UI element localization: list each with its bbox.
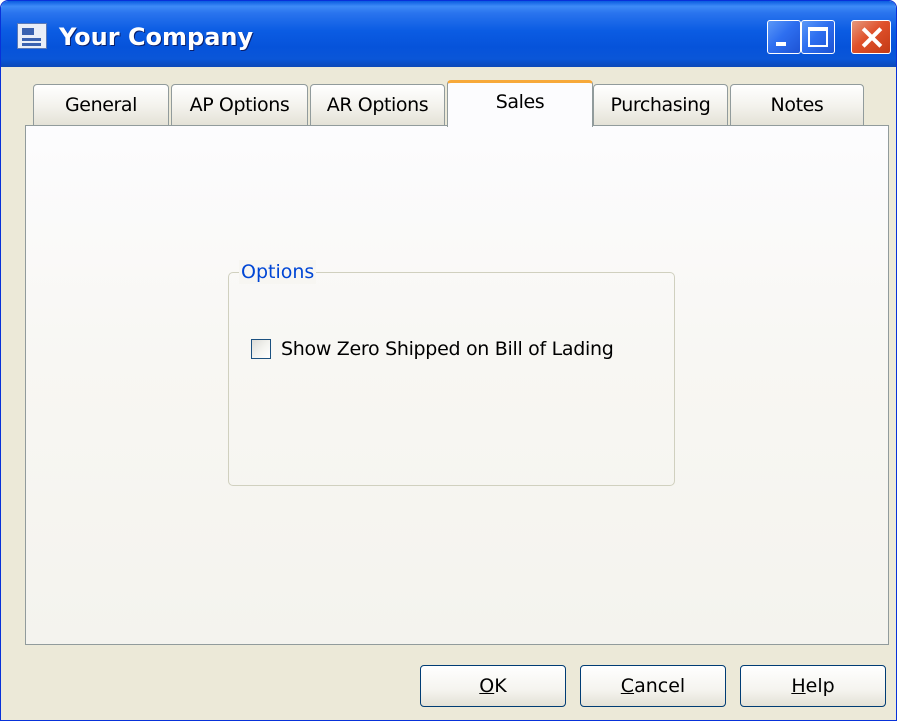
window-title: Your Company xyxy=(59,23,254,51)
ok-button[interactable]: OK xyxy=(420,665,566,707)
title-bar[interactable]: Your Company xyxy=(1,1,896,67)
help-button[interactable]: Help xyxy=(740,665,886,707)
sales-tab-panel: Options Show Zero Shipped on Bill of Lad… xyxy=(25,125,889,645)
options-groupbox: Options Show Zero Shipped on Bill of Lad… xyxy=(228,260,675,486)
company-window-icon[interactable] xyxy=(17,23,47,49)
ok-accelerator: O xyxy=(479,675,495,697)
tab-sales[interactable]: Sales xyxy=(447,80,593,127)
cancel-label-rest: ancel xyxy=(634,675,686,697)
minimize-icon[interactable] xyxy=(767,20,801,54)
help-label-rest: elp xyxy=(805,675,835,697)
help-accelerator: H xyxy=(791,675,806,697)
cancel-accelerator: C xyxy=(620,675,635,697)
tab-purchasing[interactable]: Purchasing xyxy=(593,84,728,125)
maximize-icon[interactable] xyxy=(801,20,835,54)
tab-ap-options[interactable]: AP Options xyxy=(171,84,308,125)
show-zero-shipped-checkbox[interactable] xyxy=(251,339,271,359)
tab-ar-options[interactable]: AR Options xyxy=(310,84,445,125)
dialog-window: Your Company General AP Options AR Optio… xyxy=(0,0,897,721)
show-zero-shipped-label[interactable]: Show Zero Shipped on Bill of Lading xyxy=(281,336,614,362)
ok-label-rest: K xyxy=(494,675,507,697)
cancel-button[interactable]: Cancel xyxy=(580,665,726,707)
tab-notes[interactable]: Notes xyxy=(730,84,864,125)
close-icon[interactable] xyxy=(851,20,891,54)
options-group-legend: Options xyxy=(239,260,317,284)
tab-general[interactable]: General xyxy=(33,84,169,125)
